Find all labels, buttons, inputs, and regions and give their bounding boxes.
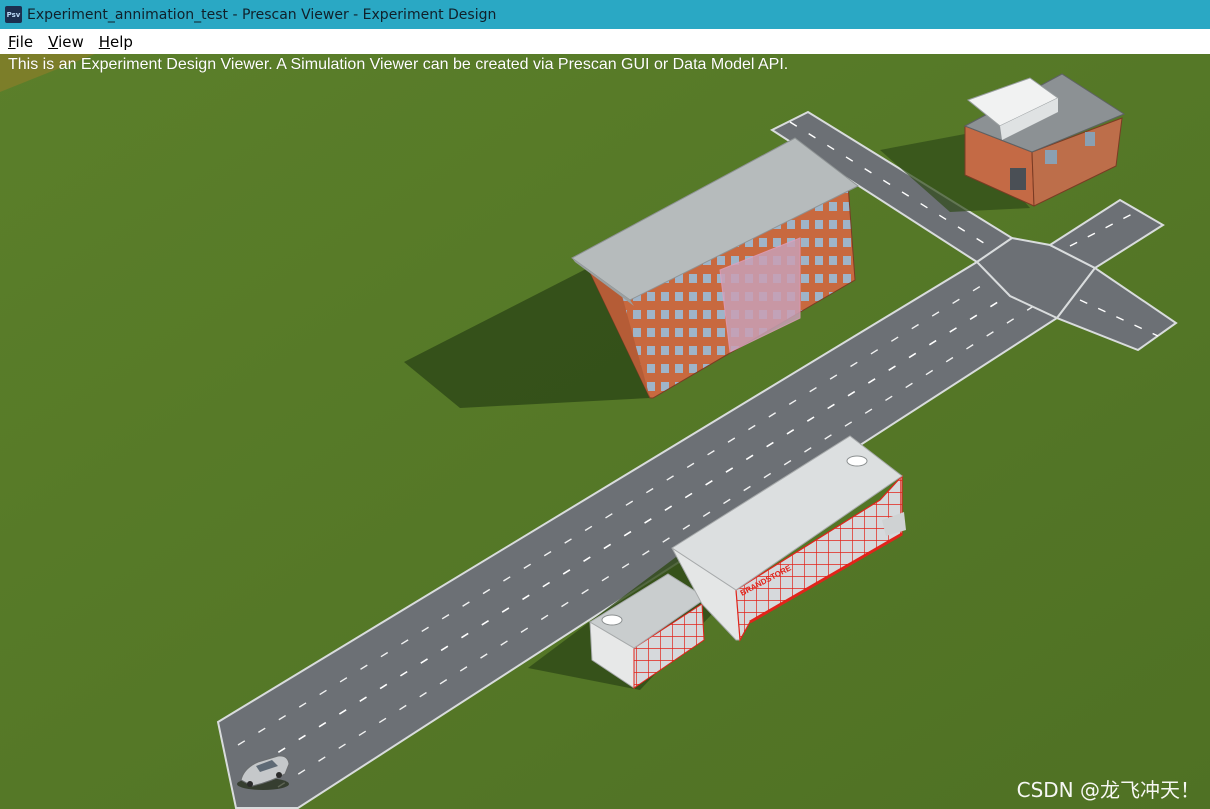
menu-view-label-rest: iew <box>58 32 84 51</box>
menu-file-label-rest: ile <box>15 32 34 51</box>
menu-view-mnemonic: V <box>48 32 59 51</box>
viewer-info-text: This is an Experiment Design Viewer. A S… <box>8 56 789 73</box>
viewer-window: Psv Experiment_annimation_test - Prescan… <box>0 0 1210 809</box>
window-title: Experiment_annimation_test - Prescan Vie… <box>27 6 497 23</box>
prescan-app-icon: Psv <box>5 6 22 23</box>
menu-help-mnemonic: H <box>98 32 111 51</box>
title-bar[interactable]: Psv Experiment_annimation_test - Prescan… <box>0 0 1210 29</box>
scene-canvas[interactable]: BRANDSTORE <box>0 54 1210 809</box>
menu-help-label-rest: elp <box>110 32 133 51</box>
menu-file-mnemonic: F <box>8 32 16 51</box>
menu-view[interactable]: View <box>48 33 84 51</box>
csdn-watermark: CSDN @龙飞冲天！ <box>1016 778 1200 802</box>
menu-help[interactable]: Help <box>99 33 133 51</box>
3d-viewport[interactable]: BRANDSTORE This is an Experiment Design … <box>0 54 1210 809</box>
menu-file[interactable]: File <box>8 33 33 51</box>
menu-bar: File View Help <box>0 29 1210 54</box>
